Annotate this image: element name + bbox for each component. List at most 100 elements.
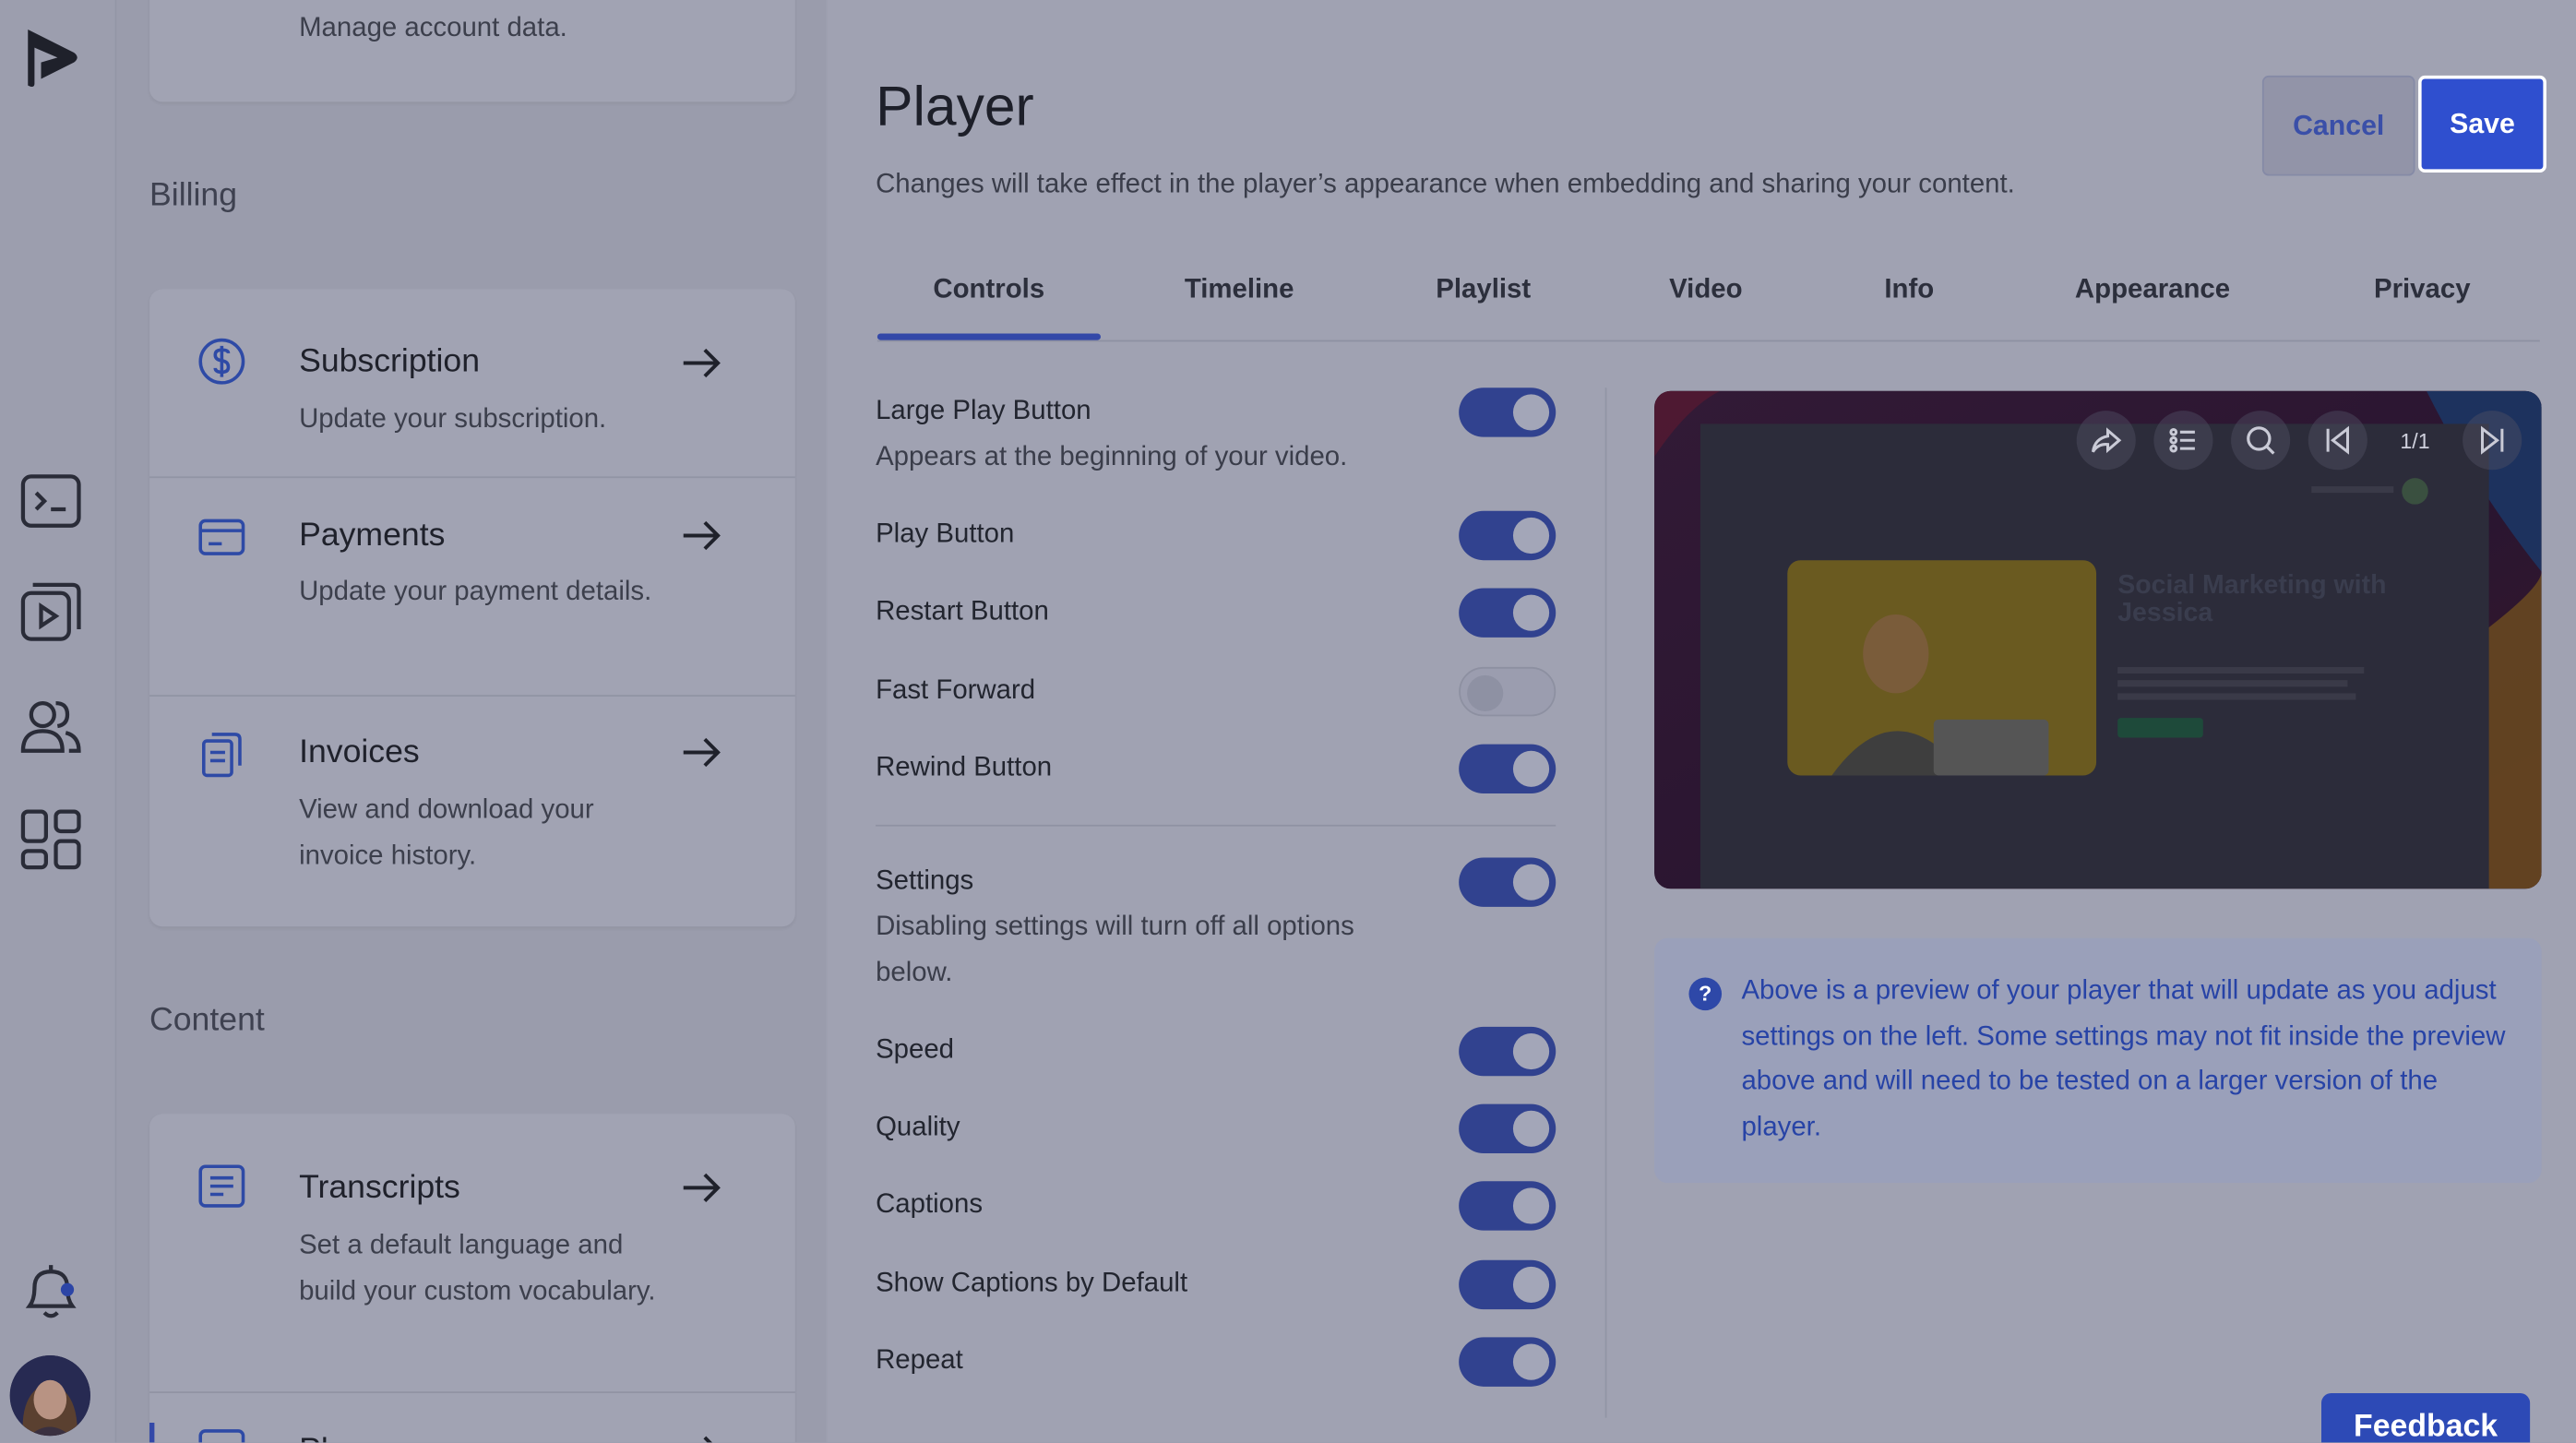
user-avatar[interactable]: [9, 1355, 90, 1437]
option-large-play-button-label: Large Play Button: [876, 396, 1091, 426]
options-divider: [876, 824, 1556, 827]
chapters-icon[interactable]: [2153, 411, 2213, 471]
notification-bell-icon[interactable]: [19, 1260, 82, 1323]
settings-toggle[interactable]: [1459, 857, 1556, 907]
toggle-knob: [1512, 1266, 1550, 1304]
arrow-right-icon: [703, 1436, 712, 1443]
active-tab-underline: [877, 333, 1102, 340]
subscription-item[interactable]: Subscription Update your subscription.: [149, 289, 795, 479]
toggle-knob: [1512, 1187, 1550, 1224]
content-card: Transcripts Set a default language and b…: [149, 1114, 795, 1443]
apps-grid-icon[interactable]: [19, 808, 82, 871]
toggle-knob: [1512, 394, 1550, 431]
page-subtitle: Changes will take effect in the player’s…: [876, 169, 2015, 199]
option-settings-label: Settings: [876, 865, 974, 896]
tab-controls[interactable]: Controls: [933, 274, 1044, 305]
invoices-title: Invoices: [299, 733, 420, 771]
toggle-knob: [1467, 674, 1504, 712]
toggle-knob: [1512, 594, 1550, 631]
toggle-knob: [1512, 864, 1550, 900]
column-divider: [1604, 388, 1607, 1418]
save-button[interactable]: Save: [2418, 75, 2546, 173]
tab-info[interactable]: Info: [1884, 274, 1934, 305]
settings-nav-column: Manage account data. Billing Subscriptio…: [116, 0, 827, 1443]
playlist-counter: 1/1: [2400, 427, 2430, 453]
captions-toggle[interactable]: [1459, 1181, 1556, 1231]
documents-icon: [202, 733, 242, 778]
restart-button-toggle[interactable]: [1459, 588, 1556, 638]
transcripts-title: Transcripts: [299, 1169, 460, 1206]
arrow-right-icon: [683, 348, 721, 378]
large-play-button-toggle[interactable]: [1459, 388, 1556, 437]
quality-toggle[interactable]: [1459, 1103, 1556, 1153]
content-section-label: Content: [149, 1002, 265, 1039]
page-title: Player: [876, 75, 1034, 138]
preview-info-box: ? Above is a preview of your player that…: [1654, 937, 2542, 1184]
tab-timeline[interactable]: Timeline: [1185, 274, 1294, 305]
option-show-captions-default-label: Show Captions by Default: [876, 1268, 1188, 1298]
credit-card-icon: [198, 519, 245, 555]
invoices-desc: View and download your invoice history.: [299, 794, 594, 870]
play-button-toggle[interactable]: [1459, 510, 1556, 561]
preview-info-text: Above is a preview of your player that w…: [1741, 975, 2506, 1141]
transcript-icon: [198, 1164, 245, 1208]
option-fast-forward-label: Fast Forward: [876, 674, 1036, 705]
option-quality-label: Quality: [876, 1112, 960, 1142]
player-settings-panel: Player Changes will take effect in the p…: [828, 0, 2576, 1443]
settings-tabs: Controls Timeline Playlist Video Info Ap…: [877, 263, 2540, 342]
account-desc: Manage account data.: [299, 13, 567, 43]
billing-section-label: Billing: [149, 177, 238, 214]
toggle-knob: [1512, 750, 1550, 787]
app-window: Manage account data. Billing Subscriptio…: [0, 0, 2576, 1443]
help-icon: ?: [1688, 977, 1723, 1011]
next-icon[interactable]: [2463, 411, 2522, 471]
speed-toggle[interactable]: [1459, 1026, 1556, 1077]
dollar-icon: [198, 338, 245, 385]
billing-card: Subscription Update your subscription. P…: [149, 289, 795, 927]
show-captions-default-toggle[interactable]: [1459, 1259, 1556, 1310]
option-settings-desc: Disabling settings will turn off all opt…: [876, 912, 1354, 987]
option-large-play-button-desc: Appears at the beginning of your video.: [876, 441, 1348, 472]
feedback-button[interactable]: Feedback: [2321, 1392, 2531, 1443]
option-repeat-label: Repeat: [876, 1345, 963, 1376]
player-icon: [198, 1429, 245, 1443]
cancel-button[interactable]: Cancel: [2261, 75, 2415, 176]
preview-video-title: Social Marketing with Jessica: [2117, 571, 2387, 628]
terminal-icon[interactable]: [19, 470, 82, 532]
arrow-right-icon: [683, 737, 721, 768]
search-icon[interactable]: [2231, 411, 2291, 471]
payments-desc: Update your payment details.: [299, 576, 652, 607]
player-preview[interactable]: Social Marketing with Jessica 1/1: [1654, 390, 2542, 889]
payments-title: Payments: [299, 517, 446, 555]
tab-video[interactable]: Video: [1669, 274, 1742, 305]
option-restart-button-label: Restart Button: [876, 596, 1049, 626]
repeat-toggle[interactable]: [1459, 1337, 1556, 1387]
option-play-button-label: Play Button: [876, 519, 1015, 549]
payments-item[interactable]: Payments Update your payment details.: [149, 478, 795, 697]
previous-icon[interactable]: [2308, 411, 2367, 471]
video-library-icon[interactable]: [19, 580, 82, 643]
transcripts-desc: Set a default language and build your cu…: [299, 1230, 656, 1306]
fast-forward-toggle[interactable]: [1459, 666, 1556, 717]
subscription-desc: Update your subscription.: [299, 404, 607, 435]
player-item-title: Pl: [299, 1433, 328, 1443]
invoices-item[interactable]: Invoices View and download your invoice …: [149, 697, 795, 926]
tab-privacy[interactable]: Privacy: [2374, 274, 2471, 305]
option-rewind-button-label: Rewind Button: [876, 752, 1053, 782]
rewind-button-toggle[interactable]: [1459, 744, 1556, 794]
toggle-knob: [1512, 1343, 1550, 1380]
share-icon[interactable]: [2076, 411, 2136, 471]
toggle-knob: [1512, 1033, 1550, 1070]
arrow-right-icon: [683, 1173, 721, 1203]
active-indicator: [149, 1423, 155, 1443]
toggle-knob: [1512, 1110, 1550, 1147]
users-icon[interactable]: [19, 695, 82, 757]
transcripts-item[interactable]: Transcripts Set a default language and b…: [149, 1114, 795, 1393]
preview-toolbar: 1/1: [2076, 411, 2522, 471]
subscription-title: Subscription: [299, 343, 481, 380]
app-logo-icon[interactable]: [18, 23, 84, 92]
tab-playlist[interactable]: Playlist: [1436, 274, 1531, 305]
account-card[interactable]: Manage account data.: [149, 0, 795, 102]
player-item[interactable]: Pl: [149, 1393, 795, 1443]
tab-appearance[interactable]: Appearance: [2075, 274, 2230, 305]
